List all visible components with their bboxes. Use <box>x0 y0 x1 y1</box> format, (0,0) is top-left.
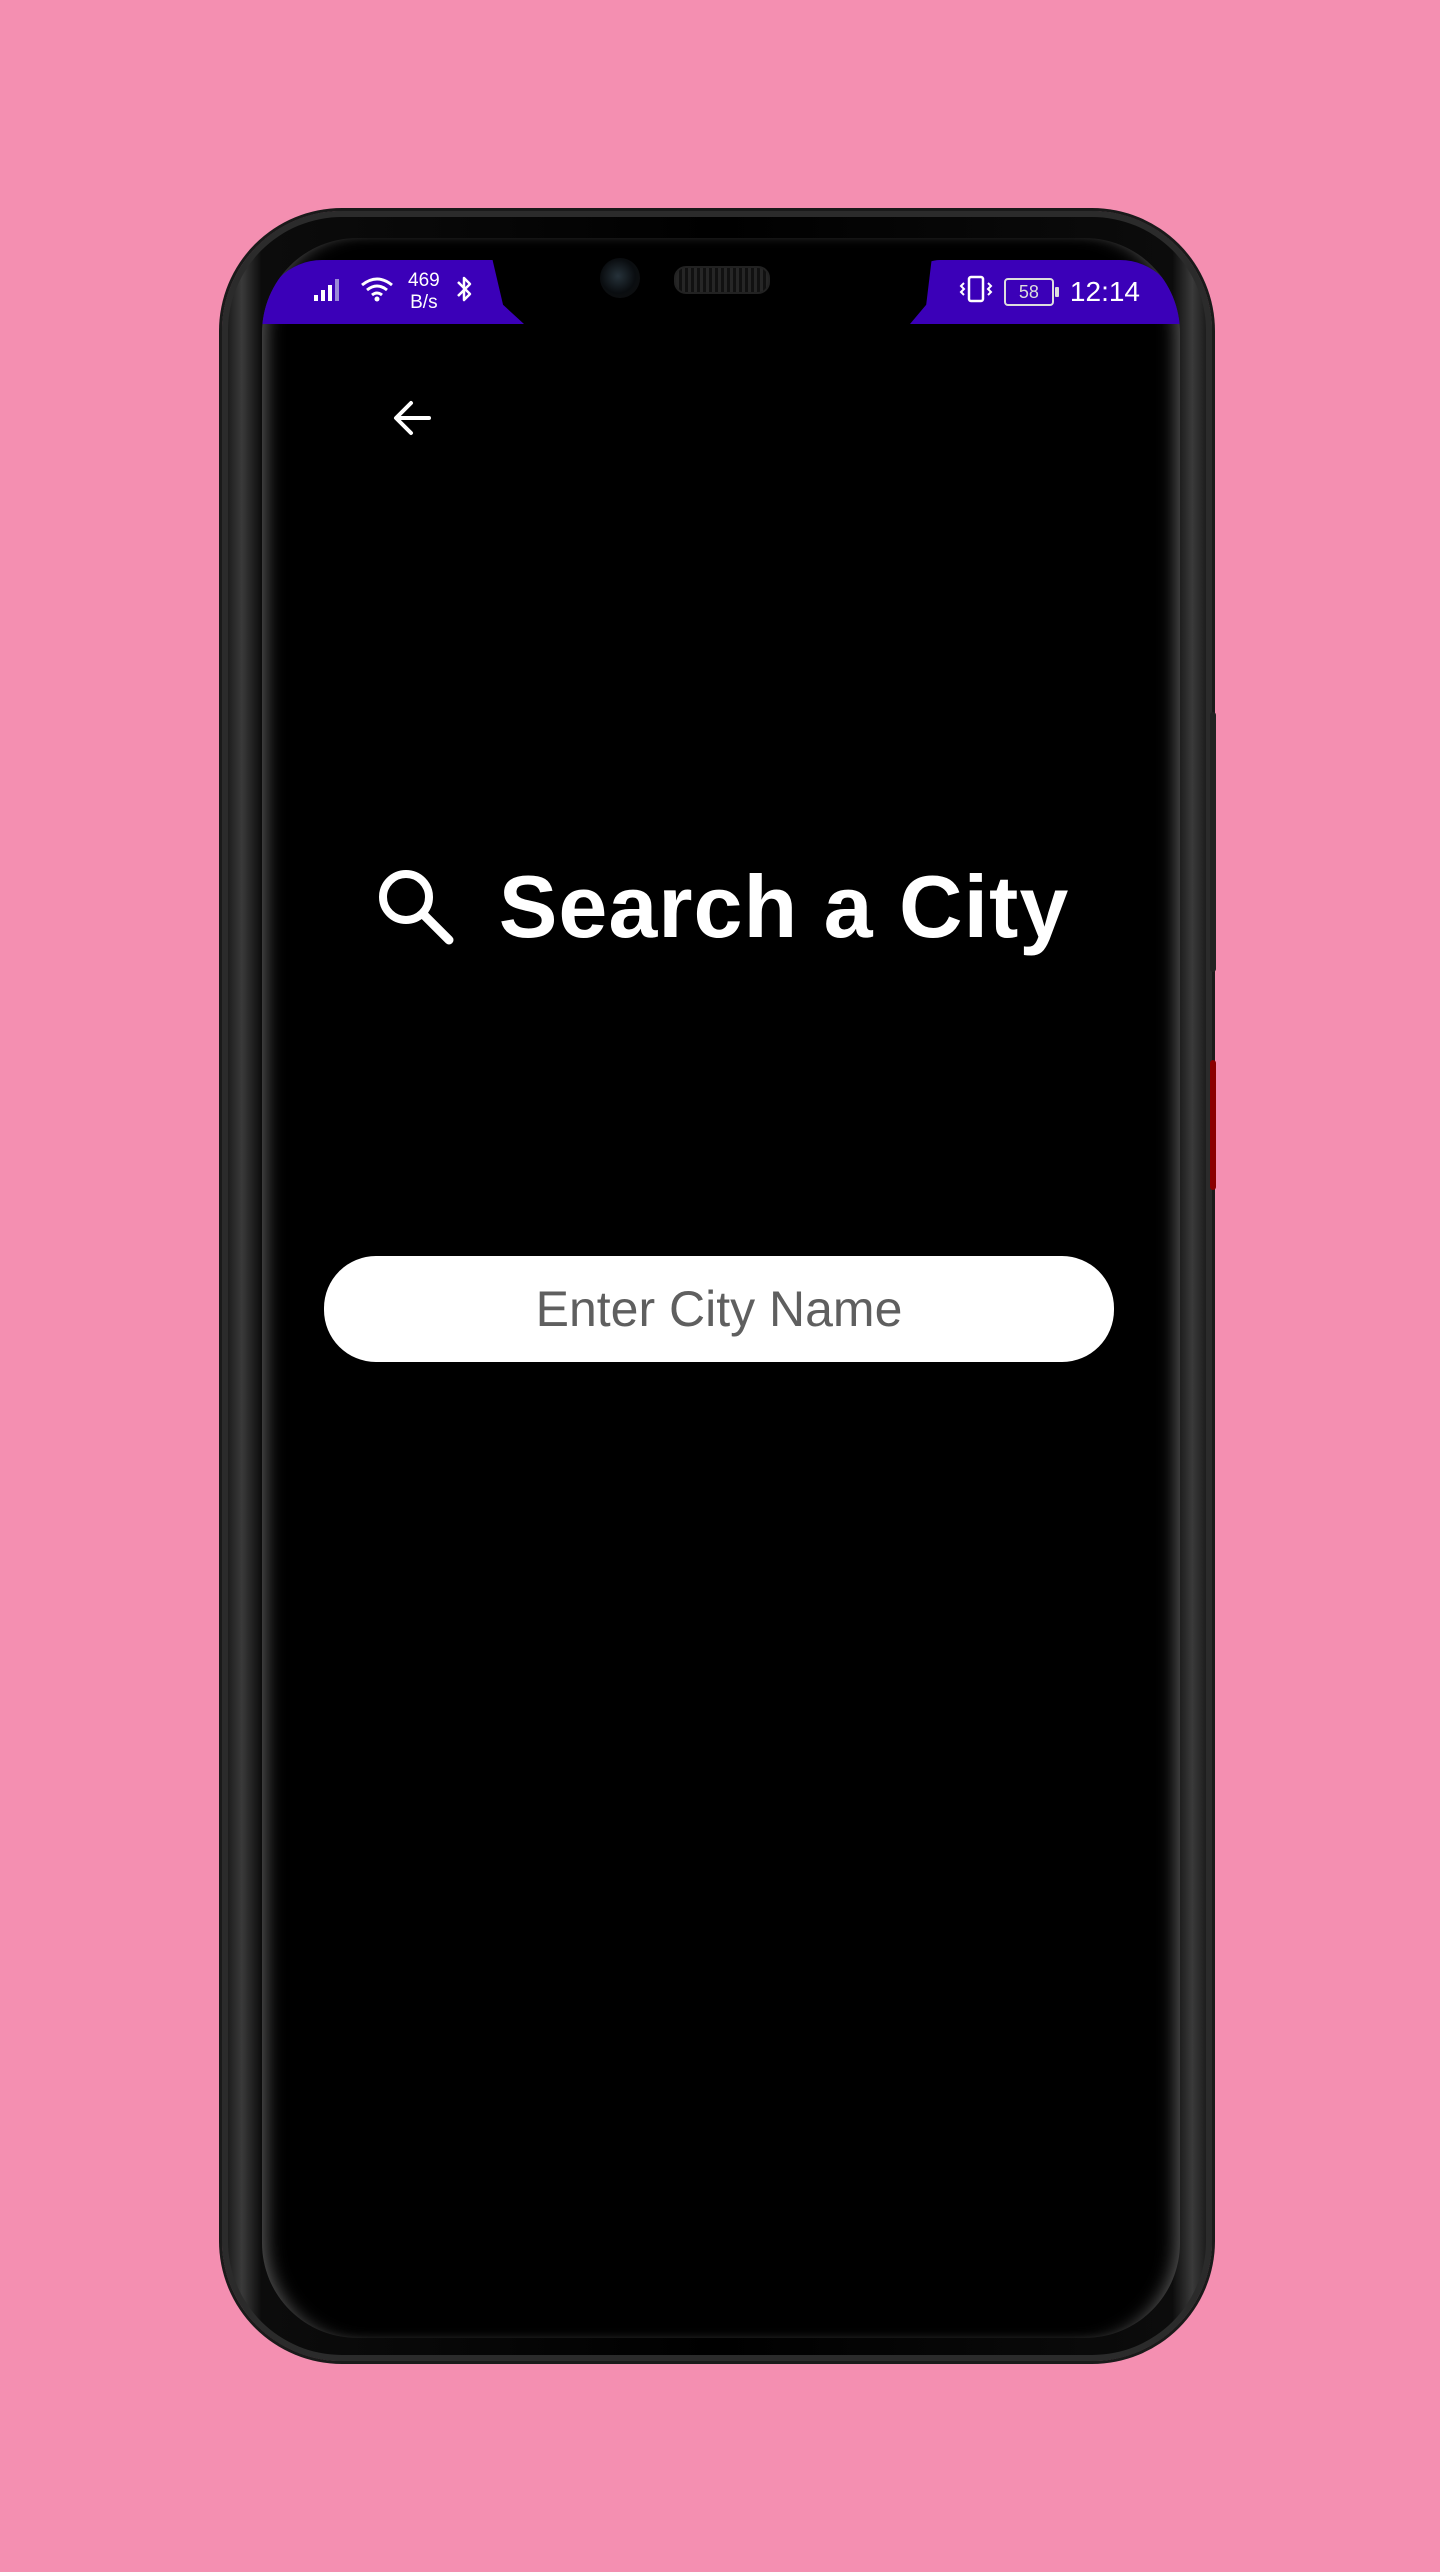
network-speed-value: 469 <box>408 270 440 291</box>
search-icon <box>373 864 455 951</box>
page-header: Search a City <box>262 856 1180 958</box>
city-search-input[interactable] <box>324 1256 1114 1362</box>
battery-icon: 58 <box>1003 278 1059 306</box>
volume-button <box>1210 712 1216 972</box>
power-button <box>1210 1060 1216 1190</box>
page-title: Search a City <box>498 857 1070 956</box>
status-bar-right: 58 12:14 <box>910 260 1180 324</box>
back-button[interactable] <box>382 388 442 448</box>
network-speed: 469 B/s <box>408 270 440 314</box>
app-screen: 469 B/s 58 12:14 Search a City Enter Cit… <box>262 238 1180 2338</box>
vibrate-icon <box>958 274 994 311</box>
front-camera <box>600 258 640 298</box>
clock: 12:14 <box>1069 276 1140 307</box>
status-bar-left: 469 B/s <box>262 260 524 324</box>
bluetooth-icon <box>454 274 474 311</box>
wifi-icon <box>360 275 394 310</box>
network-speed-unit: B/s <box>410 292 438 313</box>
earpiece-speaker <box>674 266 770 294</box>
arrow-left-icon <box>394 401 431 435</box>
signal-icon <box>312 275 346 310</box>
